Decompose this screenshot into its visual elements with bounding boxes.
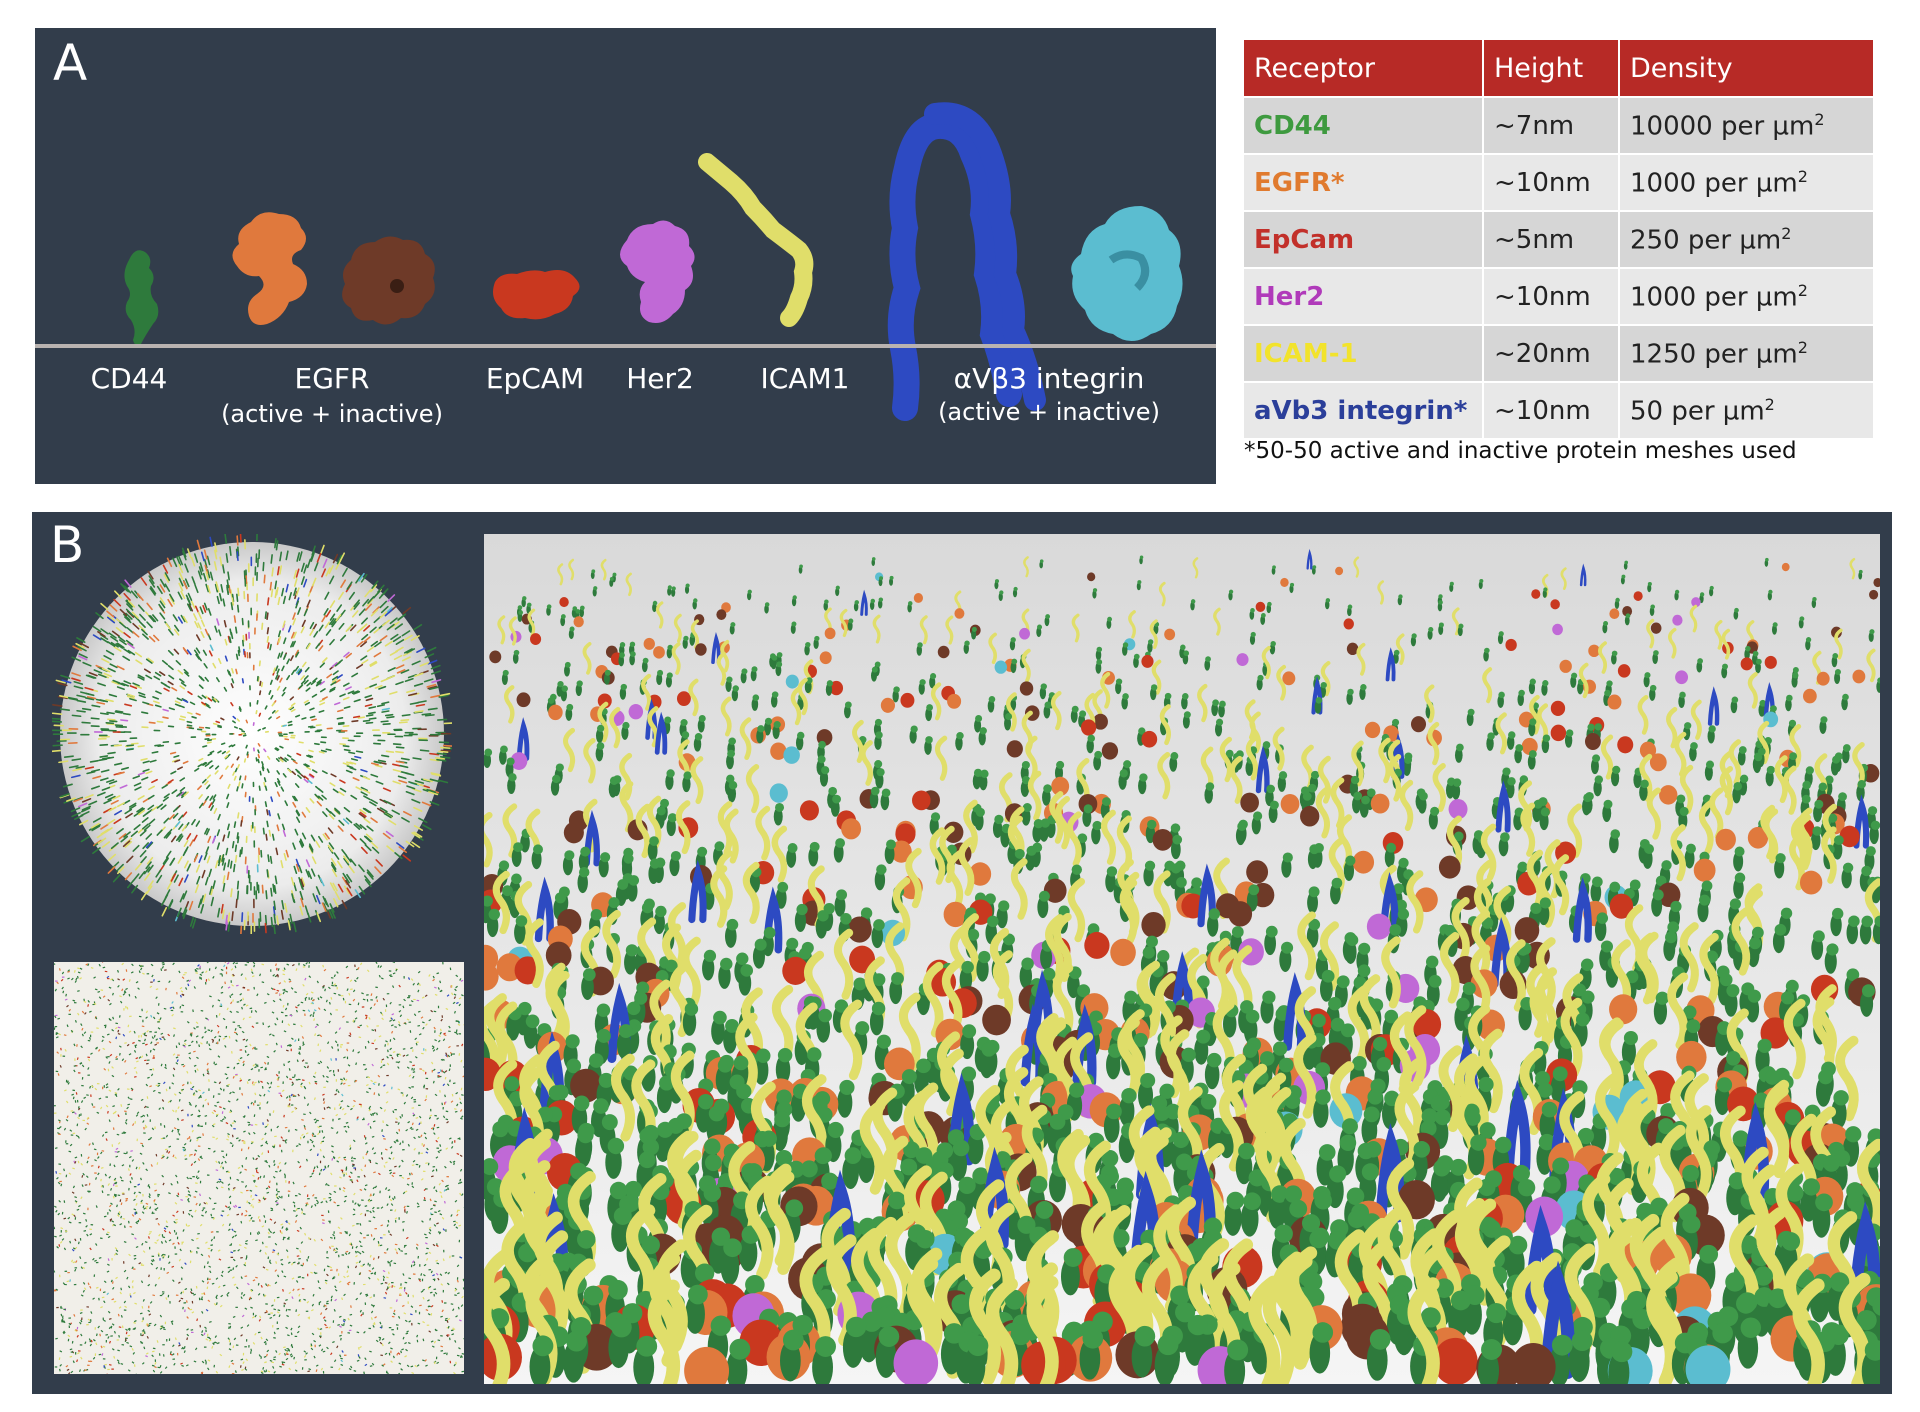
membrane-line bbox=[35, 344, 1216, 348]
table-row: EGFR* ~10nm 1000 per µm2 bbox=[1242, 153, 1875, 212]
density-value: 250 per µm bbox=[1630, 225, 1782, 256]
table-header-row: Receptor Height Density bbox=[1242, 38, 1875, 98]
density-unit-exponent: 2 bbox=[1764, 394, 1775, 414]
table-row: EpCam ~5nm 250 per µm2 bbox=[1242, 210, 1875, 269]
header-receptor: Receptor bbox=[1242, 38, 1484, 98]
density-value: 10000 per µm bbox=[1630, 111, 1815, 142]
membrane-patch-topview bbox=[54, 962, 464, 1374]
density-cell: 10000 per µm2 bbox=[1618, 96, 1875, 155]
egfr-inactive-mesh bbox=[342, 236, 435, 325]
density-cell: 1000 per µm2 bbox=[1618, 267, 1875, 326]
receptor-sub-integrin: (active + inactive) bbox=[938, 398, 1160, 426]
panel-a: A CD44 EGFR (active + inactive) EpCAM He… bbox=[35, 28, 1216, 484]
receptor-name-cell: CD44 bbox=[1242, 96, 1484, 155]
height-cell: ~20nm bbox=[1482, 324, 1620, 383]
receptor-label-integrin: αVβ3 integrin bbox=[953, 362, 1145, 395]
receptor-name-cell: EpCam bbox=[1242, 210, 1484, 269]
icam1-mesh bbox=[698, 153, 814, 327]
table-footnote: *50-50 active and inactive protein meshe… bbox=[1244, 438, 1797, 464]
height-cell: ~10nm bbox=[1482, 267, 1620, 326]
density-cell: 250 per µm2 bbox=[1618, 210, 1875, 269]
egfr-active-mesh bbox=[232, 212, 307, 325]
patch-surface bbox=[54, 962, 464, 1374]
receptor-name-cell: EGFR* bbox=[1242, 153, 1484, 212]
density-cell: 50 per µm2 bbox=[1618, 381, 1875, 440]
receptor-label-cd44: CD44 bbox=[90, 362, 168, 395]
density-value: 1250 per µm bbox=[1630, 339, 1798, 370]
height-cell: ~10nm bbox=[1482, 153, 1620, 212]
table-row: CD44 ~7nm 10000 per µm2 bbox=[1242, 96, 1875, 155]
integrin-inactive-mesh bbox=[1071, 206, 1183, 341]
epcam-mesh bbox=[493, 270, 580, 320]
table-row: aVb3 integrin* ~10nm 50 per µm2 bbox=[1242, 381, 1875, 440]
panel-b: B bbox=[32, 512, 1892, 1394]
density-unit-exponent: 2 bbox=[1797, 166, 1808, 186]
cell-sphere-render bbox=[52, 534, 452, 934]
height-cell: ~7nm bbox=[1482, 96, 1620, 155]
receptor-name-cell: aVb3 integrin* bbox=[1242, 381, 1484, 440]
density-cell: 1000 per µm2 bbox=[1618, 153, 1875, 212]
her2-mesh bbox=[620, 220, 695, 323]
sphere-surface bbox=[60, 542, 444, 926]
receptor-sub-egfr: (active + inactive) bbox=[221, 400, 443, 428]
receptor-table: Receptor Height Density CD44 ~7nm 10000 pe… bbox=[1242, 38, 1875, 440]
header-density: Density bbox=[1618, 38, 1875, 98]
receptor-label-egfr: EGFR bbox=[294, 362, 370, 395]
density-cell: 1250 per µm2 bbox=[1618, 324, 1875, 383]
receptor-label-her2: Her2 bbox=[626, 362, 694, 395]
table-row: ICAM-1 ~20nm 1250 per µm2 bbox=[1242, 324, 1875, 383]
receptor-label-icam1: ICAM1 bbox=[760, 362, 850, 395]
receptor-label-epcam: EpCAM bbox=[485, 362, 585, 395]
density-unit-exponent: 2 bbox=[1797, 280, 1808, 300]
receptor-name-cell: Her2 bbox=[1242, 267, 1484, 326]
header-height: Height bbox=[1482, 38, 1620, 98]
density-unit-exponent: 2 bbox=[1797, 337, 1808, 357]
density-unit-exponent: 2 bbox=[1781, 223, 1792, 243]
density-unit-exponent: 2 bbox=[1814, 109, 1825, 129]
density-value: 1000 per µm bbox=[1630, 168, 1798, 199]
membrane-perspective-render bbox=[484, 534, 1880, 1384]
receptor-name-cell: ICAM-1 bbox=[1242, 324, 1484, 383]
height-cell: ~5nm bbox=[1482, 210, 1620, 269]
cd44-mesh bbox=[124, 250, 159, 346]
density-value: 1000 per µm bbox=[1630, 282, 1798, 313]
density-value: 50 per µm bbox=[1630, 396, 1765, 427]
table-row: Her2 ~10nm 1000 per µm2 bbox=[1242, 267, 1875, 326]
height-cell: ~10nm bbox=[1482, 381, 1620, 440]
